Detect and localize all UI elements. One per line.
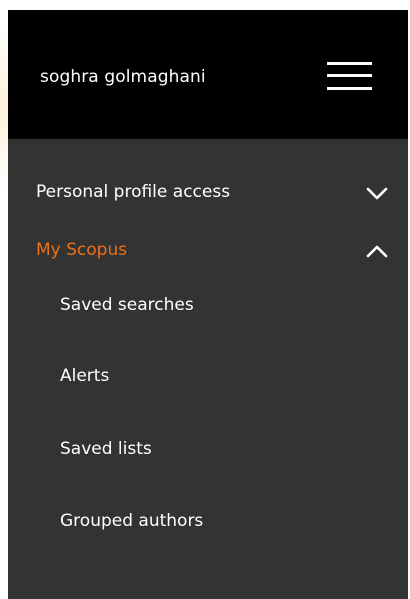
hamburger-menu-icon-bar <box>327 74 372 77</box>
hamburger-menu-icon <box>327 62 372 65</box>
hamburger-menu-icon-bar <box>327 87 372 90</box>
menu-toggle-button[interactable] <box>326 59 374 93</box>
nav-item-label: My Scopus <box>36 240 128 260</box>
menu-header: soghra golmaghani <box>8 10 408 139</box>
sub-item-label: Saved searches <box>60 295 194 315</box>
chevron-down-icon <box>366 187 388 200</box>
sub-item-label: Saved lists <box>60 439 152 459</box>
sub-item-label: Alerts <box>60 366 110 386</box>
nav-item-my-scopus[interactable]: My Scopus <box>8 232 408 268</box>
nav-item-label: Personal profile access <box>36 182 231 202</box>
sub-item-label: Grouped authors <box>60 511 204 531</box>
chevron-up-icon <box>366 245 388 258</box>
user-name[interactable]: soghra golmaghani <box>40 65 206 89</box>
page: soghra golmaghani Personal profile acces… <box>0 0 410 599</box>
sub-item-alerts[interactable]: Alerts <box>8 354 408 398</box>
side-menu-panel: soghra golmaghani Personal profile acces… <box>8 10 408 599</box>
sub-item-saved-searches[interactable]: Saved searches <box>8 283 408 327</box>
sub-item-saved-lists[interactable]: Saved lists <box>8 427 408 471</box>
sub-item-grouped-authors[interactable]: Grouped authors <box>8 499 408 543</box>
nav-item-personal-profile-access[interactable]: Personal profile access <box>8 174 408 210</box>
